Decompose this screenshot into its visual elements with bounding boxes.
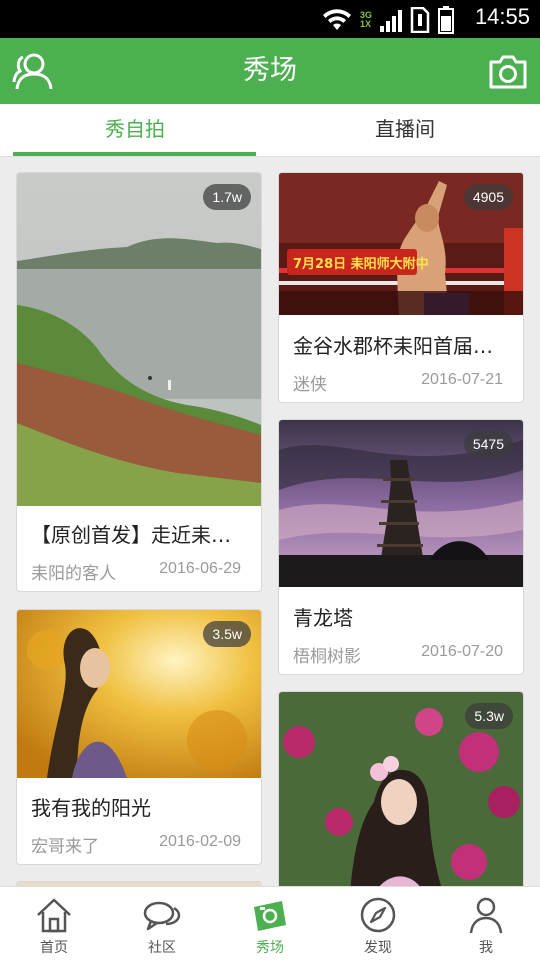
nav-community-label: 社区 bbox=[148, 940, 176, 956]
post-card[interactable]: 5475 青龙塔 梧桐树影 2016-07-20 bbox=[278, 419, 524, 675]
chat-icon bbox=[143, 901, 181, 931]
network-1x-label: 1X bbox=[359, 19, 371, 29]
tab-indicator bbox=[13, 152, 256, 156]
nav-home[interactable]: 首页 bbox=[0, 887, 108, 961]
post-card[interactable]: 7月28日 耒阳师大附中 4905 金谷水郡杯耒阳首届… 迷侠 2016-07-… bbox=[278, 172, 524, 403]
post-card[interactable]: 5.3w bbox=[278, 691, 524, 886]
show-icon bbox=[254, 901, 286, 931]
profile-icon bbox=[469, 897, 503, 934]
view-count-badge: 5475 bbox=[463, 431, 513, 457]
post-author: 宏哥来了 bbox=[31, 837, 99, 857]
wifi-icon bbox=[322, 9, 351, 30]
post-date: 2016-07-21 bbox=[421, 371, 503, 388]
sim-icon bbox=[410, 7, 430, 33]
post-author: 梧桐树影 bbox=[293, 647, 361, 667]
nav-discover[interactable]: 发现 bbox=[324, 887, 432, 961]
tab-selfie[interactable]: 秀自拍 bbox=[0, 104, 270, 156]
status-time: 14:55 bbox=[474, 4, 530, 29]
view-count-badge: 5.3w bbox=[465, 703, 513, 729]
camera-icon[interactable] bbox=[488, 52, 528, 90]
view-count-badge: 3.5w bbox=[203, 621, 251, 647]
post-date: 2016-02-09 bbox=[159, 833, 241, 850]
nav-me[interactable]: 我 bbox=[432, 887, 540, 961]
feed[interactable]: 1.7w 【原创首发】走近耒… 耒阳的客人 2016-06-29 3.5w 我有… bbox=[0, 157, 540, 886]
post-author: 耒阳的客人 bbox=[31, 564, 116, 584]
post-image-river bbox=[17, 173, 261, 506]
nav-show[interactable]: 秀场 bbox=[216, 887, 324, 961]
home-icon bbox=[37, 898, 71, 933]
tab-live[interactable]: 直播间 bbox=[270, 104, 540, 156]
post-title: 金谷水郡杯耒阳首届… bbox=[293, 334, 493, 358]
compass-icon bbox=[360, 897, 396, 933]
nav-community[interactable]: 社区 bbox=[108, 887, 216, 961]
post-date: 2016-07-20 bbox=[421, 643, 503, 660]
tab-bar: 秀自拍 直播间 bbox=[0, 104, 540, 157]
post-card[interactable]: 1.7w 【原创首发】走近耒… 耒阳的客人 2016-06-29 bbox=[16, 172, 262, 592]
app-bar: 秀场 bbox=[0, 38, 540, 104]
signal-icon bbox=[380, 10, 402, 32]
post-title: 【原创首发】走近耒… bbox=[31, 523, 231, 547]
bottom-nav: 首页 社区 秀场 发现 我 bbox=[0, 886, 540, 961]
post-title: 青龙塔 bbox=[293, 606, 353, 630]
post-title: 我有我的阳光 bbox=[31, 796, 151, 820]
nav-home-label: 首页 bbox=[40, 940, 68, 956]
view-count-badge: 1.7w bbox=[203, 184, 251, 210]
view-count-badge: 4905 bbox=[463, 184, 513, 210]
page-title: 秀场 bbox=[243, 55, 297, 86]
post-card[interactable]: 3.5w 我有我的阳光 宏哥来了 2016-02-09 bbox=[16, 609, 262, 865]
nav-discover-label: 发现 bbox=[364, 940, 392, 956]
battery-icon bbox=[438, 6, 454, 34]
post-date: 2016-06-29 bbox=[159, 560, 241, 577]
status-bar: 3G 1X 14:55 bbox=[0, 0, 540, 38]
post-author: 迷侠 bbox=[293, 375, 327, 395]
nav-show-label: 秀场 bbox=[256, 940, 284, 956]
status-icons: 3G 1X bbox=[322, 6, 454, 34]
nav-me-label: 我 bbox=[479, 940, 493, 956]
post-image-banner-text: 7月28日 耒阳师大附中 bbox=[293, 256, 429, 272]
